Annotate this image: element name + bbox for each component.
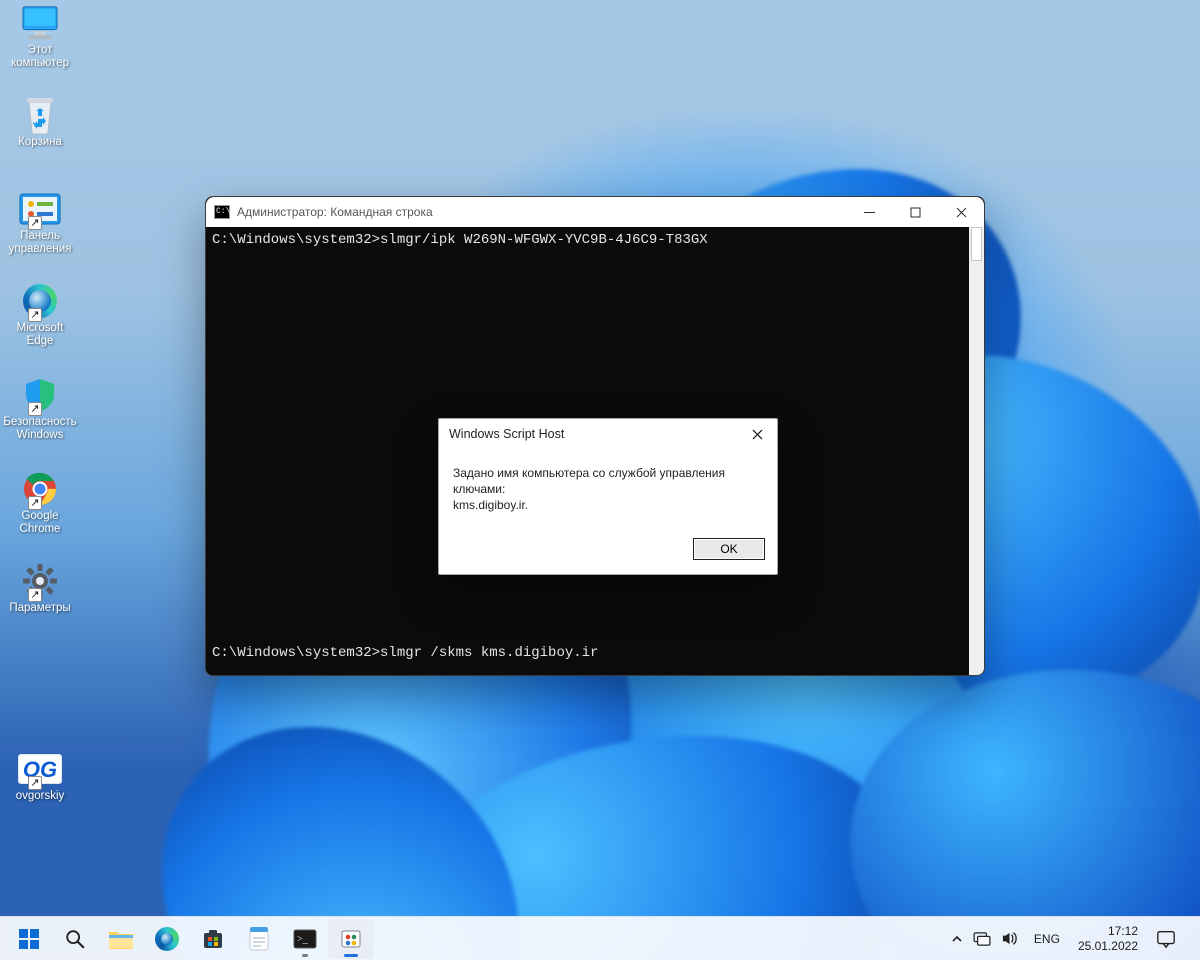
notepad-icon bbox=[248, 926, 270, 952]
desktop-icon-label: БезопасностьWindows bbox=[3, 416, 76, 441]
desktop-icon-this-pc[interactable]: Этоткомпьютер bbox=[2, 4, 78, 70]
store-icon bbox=[201, 927, 225, 951]
command-prompt-title: Администратор: Командная строка bbox=[237, 205, 433, 219]
scrollbar[interactable] bbox=[969, 227, 984, 675]
dialog-message-line: Задано имя компьютера со службой управле… bbox=[453, 465, 763, 497]
taskbar-clock[interactable]: 17:12 25.01.2022 bbox=[1070, 924, 1146, 954]
maximize-icon bbox=[910, 207, 921, 218]
svg-text:>_: >_ bbox=[297, 934, 309, 945]
script-host-icon bbox=[339, 927, 363, 951]
minimize-icon bbox=[864, 207, 875, 218]
desktop-icon-recycle-bin[interactable]: Корзина bbox=[2, 96, 78, 149]
command-prompt-icon: >_ bbox=[293, 929, 317, 949]
shortcut-arrow-icon: ↗ bbox=[28, 402, 42, 416]
ok-button[interactable]: OK bbox=[693, 538, 765, 560]
taskbar-notepad[interactable] bbox=[236, 919, 282, 959]
windows-start-icon bbox=[17, 927, 41, 951]
volume-icon[interactable] bbox=[1001, 930, 1018, 947]
start-button[interactable] bbox=[6, 919, 52, 959]
shortcut-arrow-icon: ↗ bbox=[28, 308, 42, 322]
desktop-icon-edge[interactable]: ↗ MicrosoftEdge bbox=[2, 282, 78, 348]
dialog-message-line: kms.digiboy.ir. bbox=[453, 497, 763, 513]
dialog-title: Windows Script Host bbox=[449, 427, 564, 441]
language-indicator[interactable]: ENG bbox=[1034, 932, 1060, 946]
close-icon bbox=[752, 429, 763, 440]
chevron-up-icon[interactable] bbox=[951, 933, 963, 945]
recycle-bin-icon bbox=[23, 94, 57, 136]
desktop-icon-label: Панельуправления bbox=[9, 230, 72, 255]
close-button[interactable] bbox=[938, 197, 984, 227]
shortcut-arrow-icon: ↗ bbox=[28, 216, 42, 230]
dialog-titlebar[interactable]: Windows Script Host bbox=[439, 419, 777, 449]
desktop-icon-label: Этоткомпьютер bbox=[11, 44, 69, 69]
windows-script-host-dialog: Windows Script Host Задано имя компьютер… bbox=[438, 418, 778, 575]
desktop-icon-label: Параметры bbox=[9, 602, 70, 614]
command-prompt-title-icon bbox=[214, 205, 230, 219]
desktop-icon-label: MicrosoftEdge bbox=[17, 322, 64, 347]
taskbar-edge[interactable] bbox=[144, 919, 190, 959]
taskbar-file-explorer[interactable] bbox=[98, 919, 144, 959]
notifications-icon[interactable] bbox=[1156, 929, 1176, 949]
shortcut-arrow-icon: ↗ bbox=[28, 776, 42, 790]
taskbar-date: 25.01.2022 bbox=[1078, 939, 1138, 954]
desktop-icon-windows-security[interactable]: ↗ БезопасностьWindows bbox=[2, 376, 78, 442]
desktop-icon-label: GoogleChrome bbox=[20, 510, 61, 535]
monitor-icon bbox=[19, 5, 61, 41]
taskbar-time: 17:12 bbox=[1078, 924, 1138, 939]
search-button[interactable] bbox=[52, 919, 98, 959]
taskbar-windows-script-host[interactable] bbox=[328, 919, 374, 959]
desktop-icon-ovgorskiy[interactable]: OG ↗ ovgorskiy bbox=[2, 750, 78, 803]
search-icon bbox=[64, 928, 86, 950]
cmd-line: C:\Windows\system32> bbox=[212, 673, 978, 676]
desktop-icon-label: ovgorskiy bbox=[16, 790, 65, 802]
desktop-icon-chrome[interactable]: ↗ GoogleChrome bbox=[2, 470, 78, 536]
shortcut-arrow-icon: ↗ bbox=[28, 588, 42, 602]
minimize-button[interactable] bbox=[846, 197, 892, 227]
file-explorer-icon bbox=[108, 928, 134, 950]
scrollbar-thumb[interactable] bbox=[971, 227, 982, 261]
taskbar-microsoft-store[interactable] bbox=[190, 919, 236, 959]
maximize-button[interactable] bbox=[892, 197, 938, 227]
taskbar-command-prompt[interactable]: >_ bbox=[282, 919, 328, 959]
edge-icon bbox=[155, 927, 179, 951]
taskbar: >_ ENG 17:12 25.01.2022 bbox=[0, 916, 1200, 960]
desktop-icon-control-panel[interactable]: ↗ Панельуправления bbox=[2, 190, 78, 256]
dialog-body: Задано имя компьютера со службой управле… bbox=[439, 449, 777, 518]
cmd-line: C:\Windows\system32>slmgr/ipk W269N-WFGW… bbox=[212, 231, 978, 250]
dialog-close-button[interactable] bbox=[741, 422, 773, 446]
desktop-icon-settings[interactable]: ↗ Параметры bbox=[2, 562, 78, 615]
show-desktop-button[interactable] bbox=[1190, 917, 1196, 960]
cmd-line: C:\Windows\system32>slmgr /skms kms.digi… bbox=[212, 644, 978, 663]
shortcut-arrow-icon: ↗ bbox=[28, 496, 42, 510]
command-prompt-titlebar[interactable]: Администратор: Командная строка bbox=[206, 197, 984, 227]
display-settings-icon[interactable] bbox=[973, 932, 991, 946]
desktop-icon-label: Корзина bbox=[18, 136, 62, 148]
close-icon bbox=[956, 207, 967, 218]
